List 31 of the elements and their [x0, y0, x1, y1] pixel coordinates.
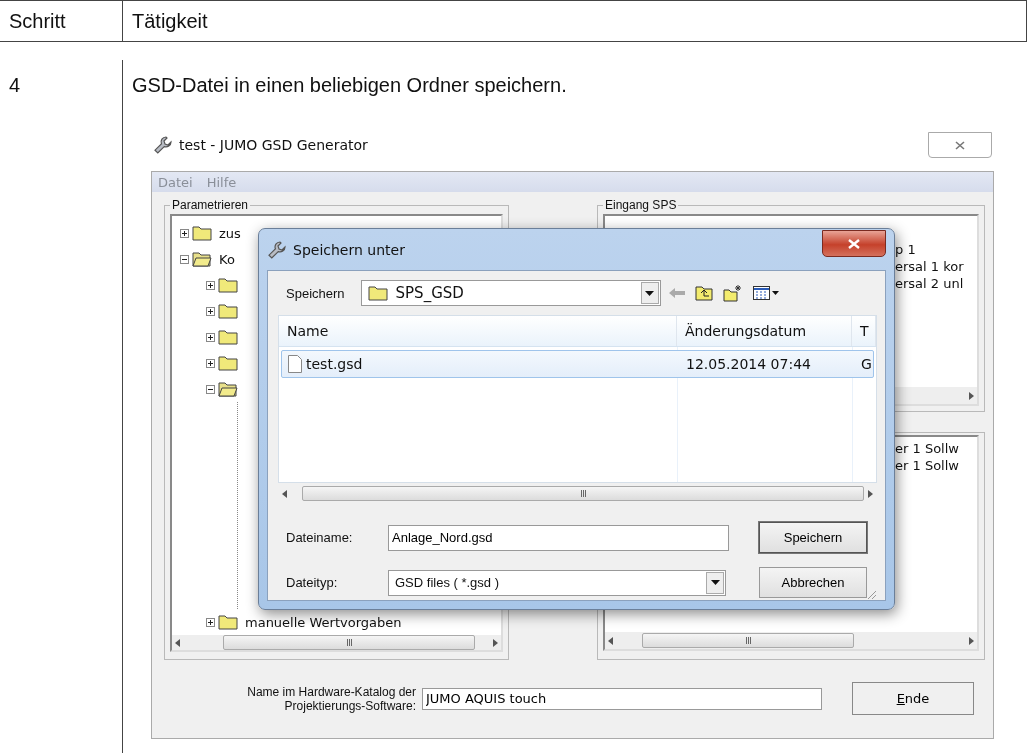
dialog-title: Speichern unter: [293, 241, 405, 258]
step-description: GSD-Datei in einen beliebigen Ordner speichern.: [132, 74, 568, 97]
list-item[interactable]: p 1: [895, 242, 977, 257]
column-header[interactable]: Name: [279, 316, 677, 346]
cancel-button[interactable]: Abbrechen: [759, 567, 867, 598]
catalog-name-field[interactable]: JUMO AQUIS touch: [422, 687, 822, 710]
column-header[interactable]: Änderungsdatum: [677, 316, 852, 346]
window-title: test - JUMO GSD Generator: [179, 137, 368, 153]
tree-item[interactable]: zus: [219, 225, 241, 241]
catalog-name-label: Name im Hardware-Katalog der Projektierungs-Software:: [246, 684, 416, 713]
column-header: Schritt: [0, 1, 123, 42]
list-item[interactable]: ersal 1 kor: [895, 259, 977, 274]
filename-label: Dateiname:: [286, 530, 354, 545]
column-header[interactable]: T: [852, 316, 876, 346]
tree-item[interactable]: manuelle Wertvorgaben: [245, 614, 402, 630]
list-item[interactable]: er 1 Sollw: [895, 458, 977, 473]
filename-field[interactable]: Anlage_Nord.gsd: [388, 524, 729, 551]
group-label: Eingang SPS: [604, 198, 678, 212]
list-item[interactable]: er 1 Sollw: [895, 441, 977, 456]
file-row[interactable]: test.gsd 12.05.2014 07:44 G: [281, 350, 874, 378]
location-label: Speichern: [286, 285, 345, 301]
filetype-label: Dateityp:: [286, 575, 339, 590]
location-dropdown[interactable]: SPS_GSD: [360, 280, 661, 306]
save-button[interactable]: Speichern: [759, 522, 867, 553]
group-label: Parametrieren: [171, 198, 250, 212]
column-header: Tätigkeit: [123, 1, 1027, 42]
tree-item[interactable]: Ko: [219, 251, 235, 267]
list-item[interactable]: ersal 2 unl: [895, 276, 977, 291]
end-button[interactable]: Ende: [852, 682, 974, 715]
step-number: 4: [0, 60, 123, 753]
filetype-dropdown[interactable]: GSD files ( *.gsd ): [388, 569, 726, 596]
